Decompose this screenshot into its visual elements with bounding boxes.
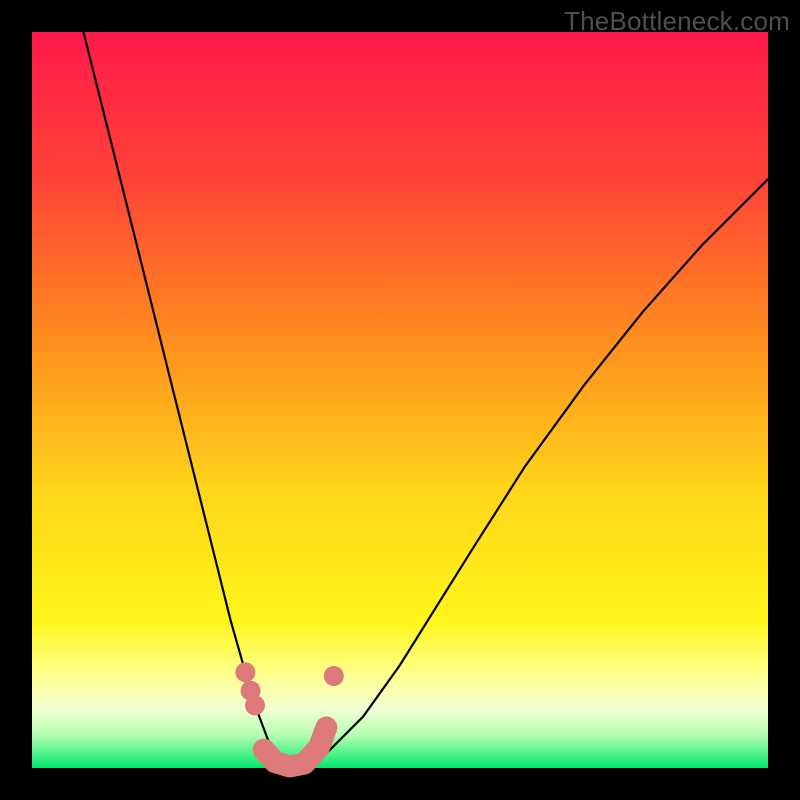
- marker-dot: [235, 662, 255, 682]
- plot-area: [32, 32, 768, 768]
- marker-dots: [235, 662, 343, 715]
- chart-svg: [32, 32, 768, 768]
- bottleneck-curve: [84, 32, 769, 768]
- chart-frame: TheBottleneck.com: [0, 0, 800, 800]
- marker-dot: [245, 695, 265, 715]
- watermark-text: TheBottleneck.com: [564, 6, 790, 37]
- marker-worm: [264, 728, 327, 767]
- marker-dot: [324, 666, 344, 686]
